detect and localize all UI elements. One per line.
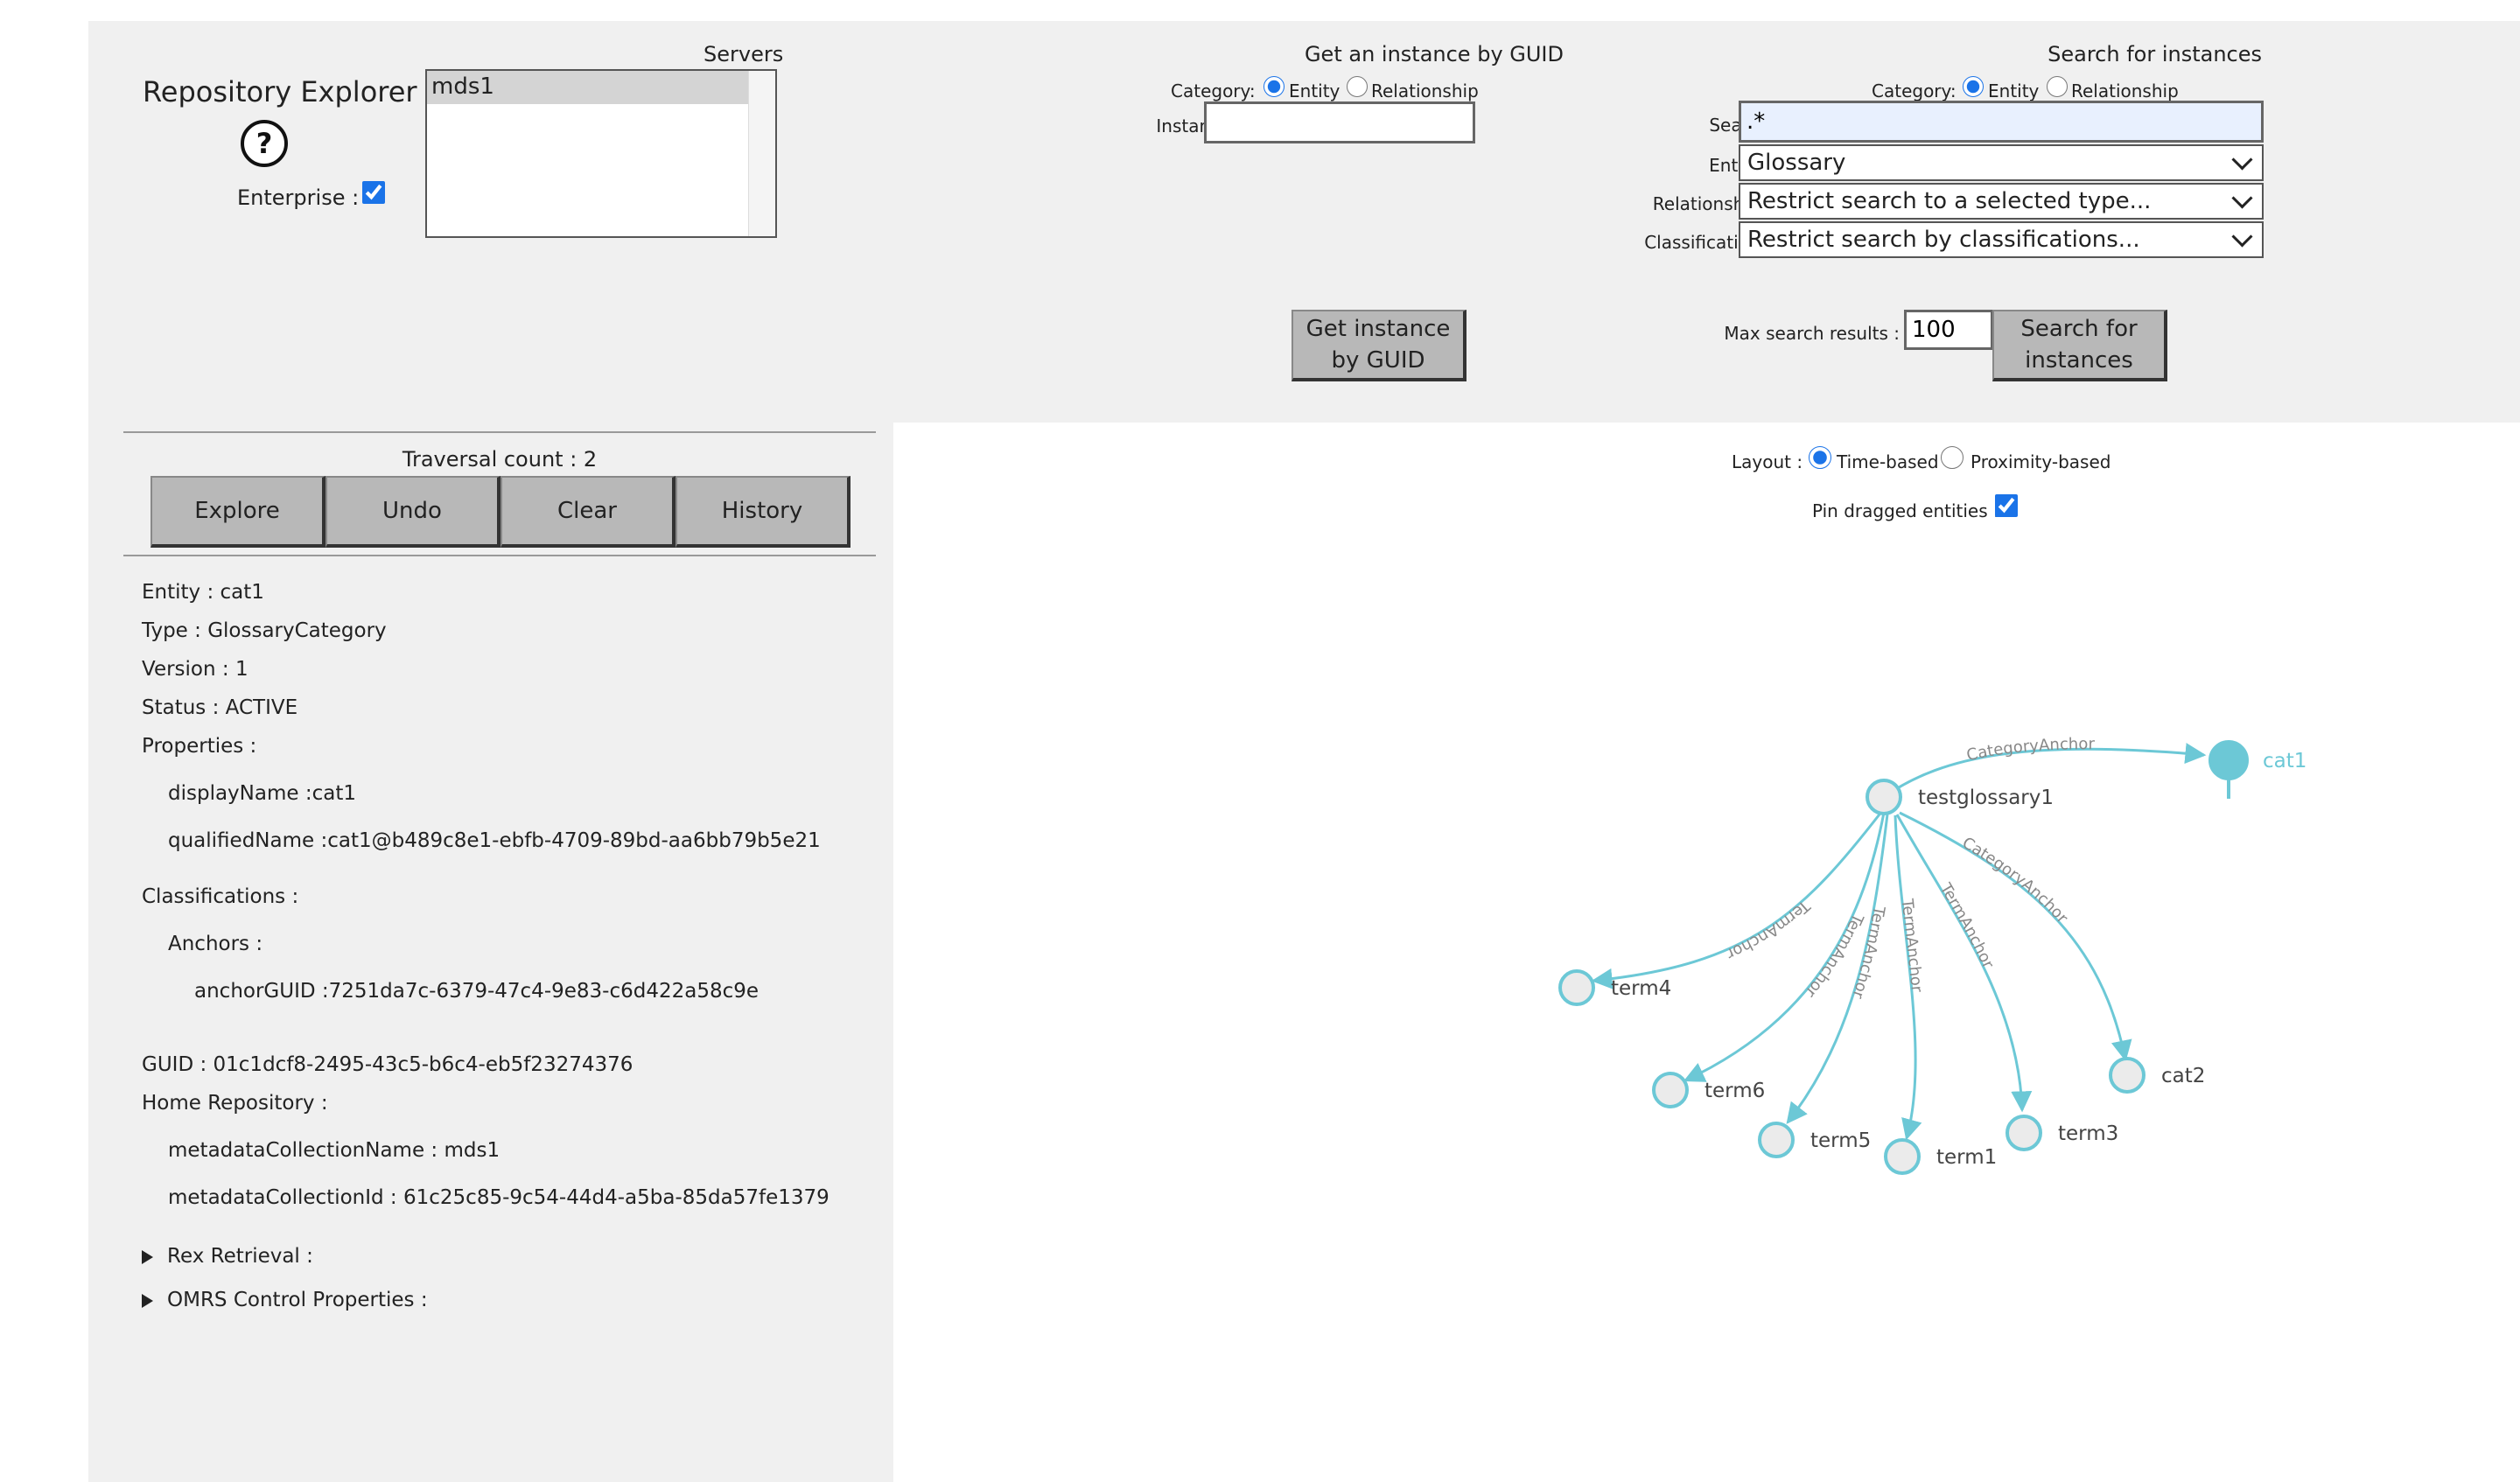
classification-types-value: Restrict search by classifications... bbox=[1747, 227, 2140, 253]
search-instances-button[interactable]: Search for instances bbox=[1992, 310, 2167, 381]
detail-classifications-label: Classifications : bbox=[142, 885, 299, 908]
graph-edge-label: TermAnchor bbox=[1898, 897, 1926, 993]
history-button[interactable]: History bbox=[676, 476, 850, 548]
detail-entity: Entity : cat1 bbox=[142, 581, 264, 604]
details-panel: Traversal count : 2 Explore Undo Clear H… bbox=[88, 423, 893, 1482]
graph-node-cat1[interactable]: cat1 bbox=[2208, 740, 2306, 799]
guid-entity-radio[interactable] bbox=[1264, 76, 1284, 97]
search-entity-radio[interactable] bbox=[1963, 76, 1984, 97]
detail-home-repo-label: Home Repository : bbox=[142, 1092, 328, 1115]
graph-node-testglossary1[interactable]: testglossary1 bbox=[1866, 779, 2054, 815]
enterprise-label: Enterprise : bbox=[237, 185, 360, 210]
server-item-label: mds1 bbox=[431, 73, 494, 100]
graph-node-label: term1 bbox=[1936, 1146, 1997, 1169]
divider-bottom bbox=[123, 555, 876, 556]
detail-anchors-label: Anchors : bbox=[168, 933, 263, 955]
graph-node-term6[interactable]: term6 bbox=[1652, 1072, 1765, 1108]
servers-scrollbar[interactable] bbox=[748, 71, 775, 236]
detail-status: Status : ACTIVE bbox=[142, 696, 298, 719]
graph-canvas[interactable]: CategoryAnchor TermAnchor TermAnchor Ter… bbox=[893, 423, 2520, 1482]
instance-guid-input[interactable] bbox=[1204, 101, 1475, 143]
rex-retrieval-toggle[interactable]: Rex Retrieval : bbox=[142, 1245, 313, 1268]
graph-node-label: cat1 bbox=[2263, 750, 2306, 772]
divider-top bbox=[123, 431, 876, 433]
search-relationship-radio[interactable] bbox=[2047, 76, 2068, 97]
graph-node-label: term3 bbox=[2058, 1122, 2118, 1145]
detail-qualified-name: qualifiedName :cat1@b489c8e1-ebfb-4709-8… bbox=[168, 829, 821, 852]
relationship-types-select[interactable]: Restrict search to a selected type... bbox=[1739, 183, 2264, 220]
servers-list[interactable]: mds1 bbox=[425, 69, 777, 238]
explore-button[interactable]: Explore bbox=[150, 476, 326, 548]
guid-entity-label: Entity bbox=[1289, 80, 1340, 101]
guid-category-label: Category: bbox=[1171, 80, 1256, 101]
detail-type: Type : GlossaryCategory bbox=[142, 619, 387, 642]
omrs-control-label: OMRS Control Properties : bbox=[167, 1289, 428, 1311]
detail-guid: GUID : 01c1dcf8-2495-43c5-b6c4-eb5f23274… bbox=[142, 1053, 634, 1076]
get-instance-button[interactable]: Get instance by GUID bbox=[1292, 310, 1466, 381]
detail-display-name: displayName :cat1 bbox=[168, 782, 356, 805]
graph-node-label: term4 bbox=[1611, 977, 1671, 1000]
rex-retrieval-label: Rex Retrieval : bbox=[167, 1245, 313, 1268]
graph-node-term1[interactable]: term1 bbox=[1884, 1138, 1997, 1175]
app-title: Repository Explorer bbox=[143, 75, 417, 108]
chevron-down-icon bbox=[2231, 186, 2253, 209]
graph-node-term3[interactable]: term3 bbox=[2006, 1115, 2118, 1151]
clear-button[interactable]: Clear bbox=[500, 476, 676, 548]
svg-text:?: ? bbox=[256, 127, 273, 160]
triangle-right-icon bbox=[142, 1249, 153, 1264]
detail-properties-label: Properties : bbox=[142, 735, 257, 758]
search-text-input[interactable] bbox=[1739, 101, 2264, 143]
omrs-control-toggle[interactable]: OMRS Control Properties : bbox=[142, 1289, 428, 1311]
detail-version: Version : 1 bbox=[142, 658, 248, 681]
graph-area: Layout : Time-based Proximity-based Pin … bbox=[893, 423, 2520, 1482]
detail-collection-id: metadataCollectionId : 61c25c85-9c54-44d… bbox=[168, 1186, 830, 1209]
graph-edge-cat2[interactable] bbox=[1899, 811, 2132, 1062]
graph-node-label: cat2 bbox=[2161, 1065, 2205, 1087]
entity-types-value: Glossary bbox=[1747, 150, 1846, 176]
traversal-count: Traversal count : 2 bbox=[402, 447, 598, 472]
graph-node-label: term5 bbox=[1810, 1129, 1871, 1152]
top-panel: Repository Explorer ? Enterprise : Serve… bbox=[88, 21, 2520, 423]
triangle-right-icon bbox=[142, 1293, 153, 1308]
graph-edge-term6[interactable] bbox=[1683, 812, 1886, 1082]
graph-node-label: term6 bbox=[1704, 1080, 1765, 1102]
chevron-down-icon bbox=[2231, 225, 2253, 248]
graph-edge-label: TermAnchor bbox=[1724, 896, 1814, 963]
max-results-label: Max search results : bbox=[1724, 323, 1900, 344]
enterprise-checkbox[interactable] bbox=[362, 181, 385, 204]
graph-edge-label: CategoryAnchor bbox=[1965, 735, 2096, 765]
servers-label: Servers bbox=[704, 42, 784, 66]
detail-anchor-guid: anchorGUID :7251da7c-6379-47c4-9e83-c6d4… bbox=[194, 980, 760, 1003]
guid-relationship-label: Relationship bbox=[1371, 80, 1479, 101]
detail-collection-name: metadataCollectionName : mds1 bbox=[168, 1139, 500, 1162]
graph-node-label: testglossary1 bbox=[1918, 786, 2054, 809]
search-title: Search for instances bbox=[2048, 42, 2262, 66]
guid-search-title: Get an instance by GUID bbox=[1304, 42, 1564, 66]
relationship-types-value: Restrict search to a selected type... bbox=[1747, 188, 2152, 214]
search-relationship-label: Relationship bbox=[2071, 80, 2179, 101]
graph-edge-label: CategoryAnchor bbox=[1959, 834, 2072, 927]
graph-node-term4[interactable]: term4 bbox=[1558, 969, 1671, 1006]
classification-types-select[interactable]: Restrict search by classifications... bbox=[1739, 221, 2264, 258]
help-icon[interactable]: ? bbox=[240, 119, 289, 168]
server-item-mds1[interactable]: mds1 bbox=[427, 71, 749, 104]
guid-relationship-radio[interactable] bbox=[1347, 76, 1368, 97]
search-entity-label: Entity bbox=[1988, 80, 2040, 101]
search-category-label: Category: bbox=[1872, 80, 1956, 101]
chevron-down-icon bbox=[2231, 148, 2253, 171]
max-results-input[interactable] bbox=[1904, 310, 1993, 350]
graph-node-term5[interactable]: term5 bbox=[1758, 1122, 1871, 1158]
graph-node-cat2[interactable]: cat2 bbox=[2109, 1057, 2205, 1094]
undo-button[interactable]: Undo bbox=[326, 476, 500, 548]
graph-edge-label: TermAnchor bbox=[1936, 879, 1998, 972]
entity-types-select[interactable]: Glossary bbox=[1739, 144, 2264, 181]
